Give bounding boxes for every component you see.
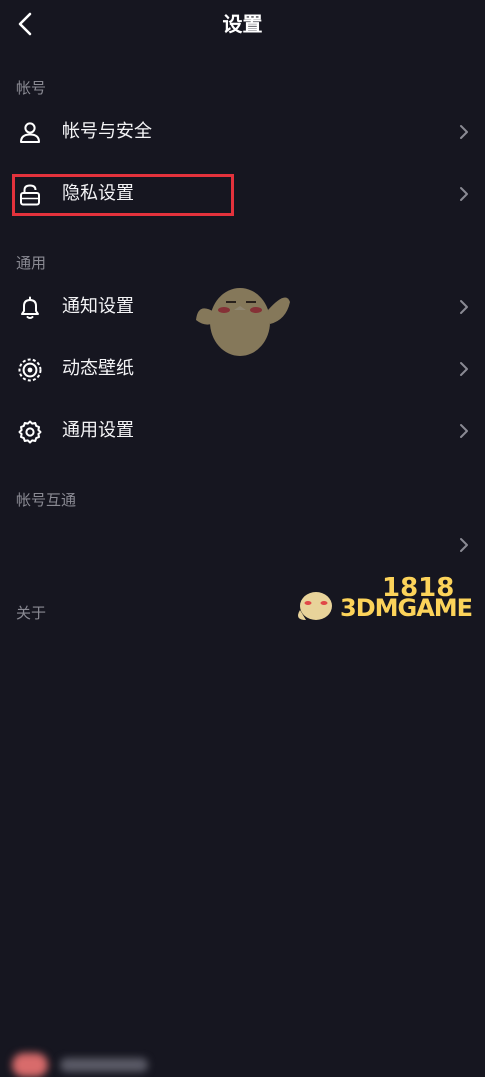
section-header-linked-accounts: 帐号互通 — [16, 491, 77, 509]
watermark-text: 3DMGAME — [340, 594, 473, 622]
chevron-right-icon — [460, 362, 468, 376]
highlight-box — [12, 174, 234, 216]
user-icon — [20, 122, 40, 143]
row-label: 通知设置 — [62, 296, 134, 317]
section-header-about: 关于 — [16, 604, 47, 622]
gear-icon — [18, 420, 42, 444]
watermark-mascot-icon — [196, 288, 290, 356]
blurred-avatar — [12, 1053, 48, 1077]
chevron-right-icon — [460, 300, 468, 314]
top-bar: 设置 — [0, 0, 485, 48]
page-title: 设置 — [222, 12, 263, 36]
section-header-general: 通用 — [16, 254, 47, 272]
section-header-account: 帐号 — [16, 79, 47, 97]
row-general-settings[interactable]: 通用设置 — [0, 406, 485, 456]
chevron-right-icon — [460, 125, 468, 139]
chevron-right-icon — [460, 538, 468, 552]
blurred-account-name — [60, 1058, 148, 1072]
bell-icon — [21, 296, 39, 319]
chevron-right-icon — [460, 187, 468, 201]
row-label: 通用设置 — [62, 420, 134, 441]
wallpaper-icon — [18, 358, 42, 382]
row-linked-account[interactable] — [0, 520, 485, 1077]
row-label: 动态壁纸 — [62, 358, 134, 379]
watermark-logo-icon — [298, 592, 332, 620]
row-label: 帐号与安全 — [62, 121, 152, 142]
row-account-security[interactable]: 帐号与安全 — [0, 107, 485, 157]
chevron-right-icon — [460, 424, 468, 438]
